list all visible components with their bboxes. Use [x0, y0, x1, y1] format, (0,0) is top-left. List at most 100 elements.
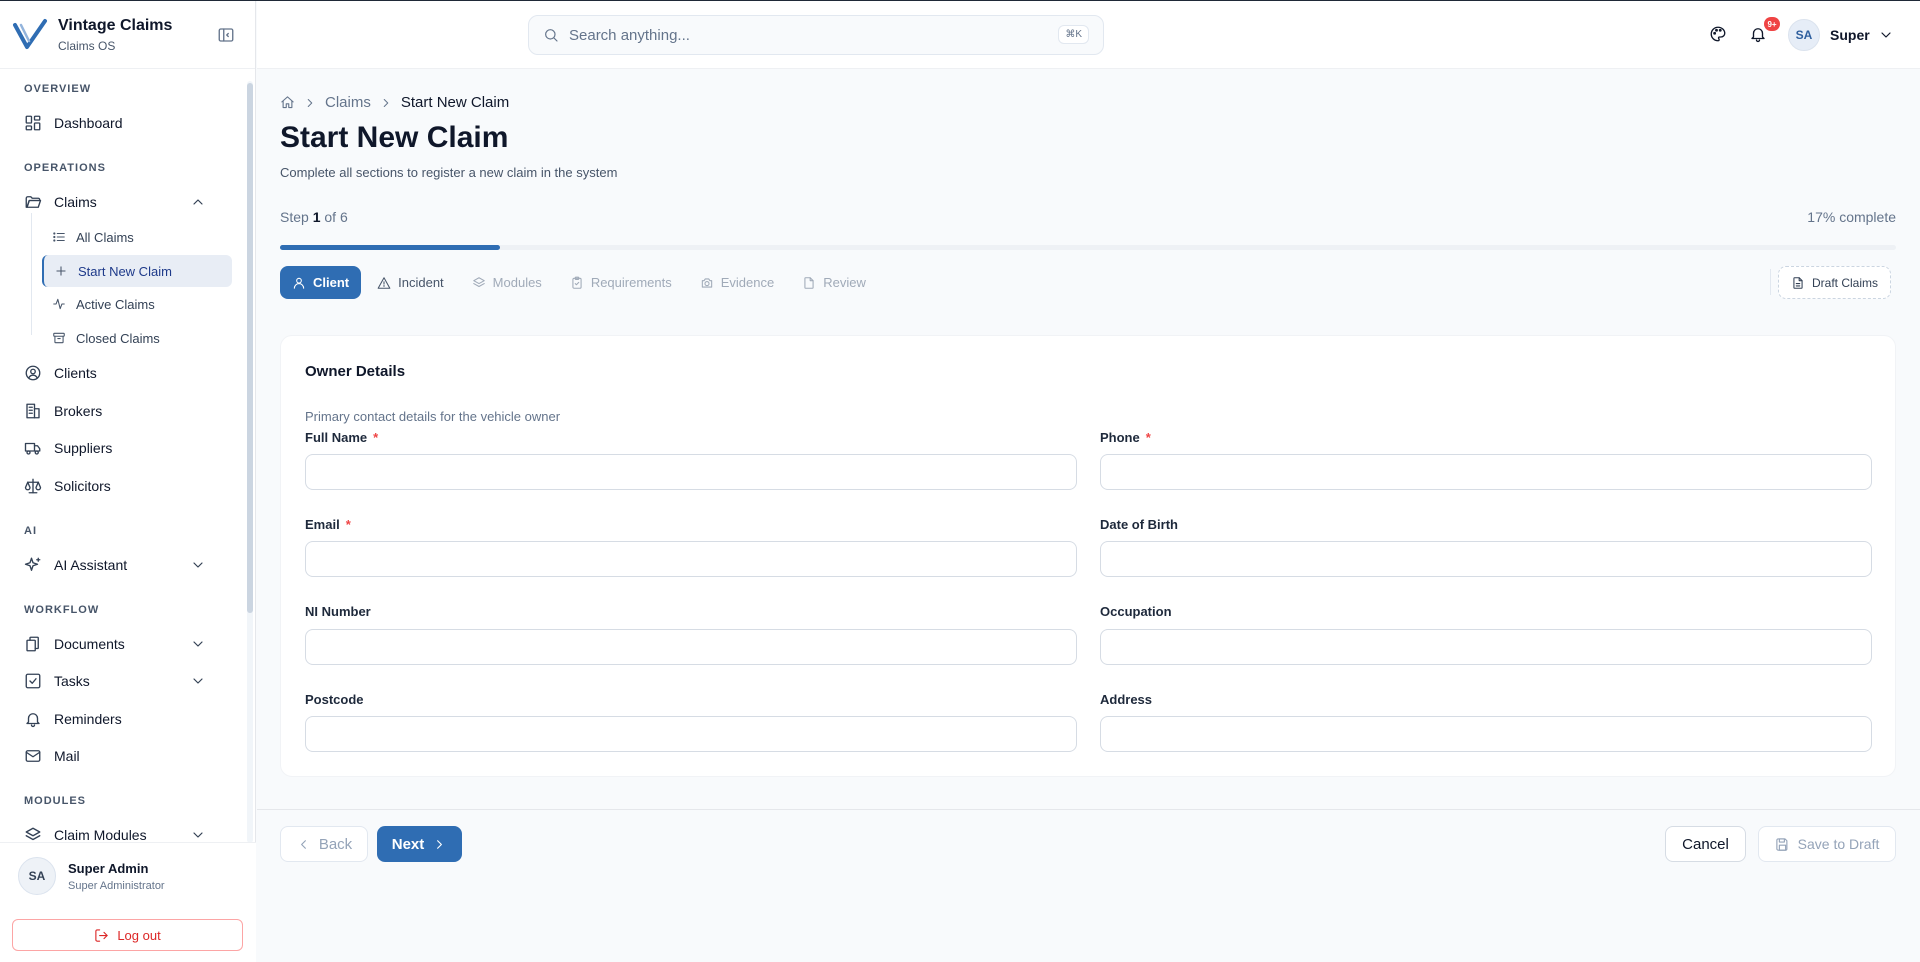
- postcode-input[interactable]: [305, 716, 1077, 752]
- label-text: Occupation: [1100, 604, 1172, 619]
- chevron-left-icon: [296, 837, 311, 852]
- sidebar-item-suppliers[interactable]: Suppliers: [14, 432, 232, 464]
- sidebar-item-claim-modules[interactable]: Claim Modules: [14, 819, 232, 843]
- section-operations: OPERATIONS: [24, 162, 106, 174]
- phone-input[interactable]: [1100, 454, 1872, 490]
- sidebar-item-reminders[interactable]: Reminders: [14, 703, 232, 735]
- alert-triangle-icon: [377, 276, 398, 290]
- archive-icon: [52, 331, 66, 345]
- tabs-divider: [1770, 269, 1771, 295]
- logout-button[interactable]: Log out: [12, 919, 243, 951]
- full-name-input[interactable]: [305, 454, 1077, 490]
- sidebar-item-tasks[interactable]: Tasks: [14, 665, 232, 697]
- sidebar-item-active-claims[interactable]: Active Claims: [42, 288, 232, 320]
- next-label: Next: [391, 835, 425, 853]
- avatar: SA: [18, 857, 56, 895]
- truck-icon: [24, 439, 42, 457]
- tab-requirements[interactable]: Requirements: [558, 266, 684, 299]
- email-input[interactable]: [305, 541, 1077, 577]
- sidebar-item-label: Claim Modules: [54, 827, 147, 843]
- sidebar-item-mail[interactable]: Mail: [14, 740, 232, 772]
- label-text: Email: [305, 517, 340, 532]
- sidebar-collapse-icon[interactable]: [217, 26, 235, 44]
- tab-modules[interactable]: Modules: [460, 266, 554, 299]
- sidebar-item-solicitors[interactable]: Solicitors: [14, 470, 232, 502]
- section-overview: OVERVIEW: [24, 83, 92, 95]
- section-workflow: WORKFLOW: [24, 604, 100, 616]
- list-icon: [52, 230, 66, 244]
- dob-input[interactable]: [1100, 541, 1872, 577]
- save-to-draft-button[interactable]: Save to Draft: [1758, 826, 1896, 862]
- sidebar: Vintage Claims Claims OS OVERVIEW Dashbo…: [0, 1, 256, 962]
- tab-review[interactable]: Review: [790, 266, 878, 299]
- sidebar-item-label: Clients: [54, 365, 97, 381]
- sidebar-item-clients[interactable]: Clients: [14, 357, 232, 389]
- sidebar-item-label: Tasks: [54, 673, 90, 689]
- brand-header: Vintage Claims Claims OS: [0, 1, 255, 69]
- breadcrumb-claims[interactable]: Claims: [325, 94, 371, 111]
- file-text-icon: [1791, 276, 1812, 290]
- sidebar-item-label: Claims: [54, 194, 97, 210]
- chevron-down-icon: [190, 673, 206, 689]
- search-shortcut: ⌘K: [1058, 25, 1089, 44]
- home-icon[interactable]: [280, 95, 295, 110]
- brand-subtitle: Claims OS: [58, 38, 116, 53]
- plus-icon: [54, 264, 68, 278]
- email-label: Email *: [305, 517, 351, 532]
- breadcrumb: Claims Start New Claim: [280, 94, 509, 111]
- chevron-up-icon: [190, 194, 206, 210]
- tab-client[interactable]: Client: [280, 266, 362, 299]
- sidebar-item-start-new-claim[interactable]: Start New Claim: [42, 255, 232, 287]
- back-button[interactable]: Back: [280, 826, 368, 862]
- search-input[interactable]: Search anything...: [569, 27, 690, 44]
- occupation-input[interactable]: [1100, 629, 1872, 665]
- sidebar-item-all-claims[interactable]: All Claims: [42, 221, 232, 253]
- draft-claims-button[interactable]: Draft Claims: [1778, 266, 1892, 299]
- sidebar-item-brokers[interactable]: Brokers: [14, 395, 232, 427]
- sidebar-item-claims[interactable]: Claims: [14, 186, 232, 218]
- draft-claims-label: Draft Claims: [1812, 275, 1879, 290]
- tab-label: Requirements: [590, 275, 672, 290]
- progress-bar: [280, 245, 1896, 250]
- cancel-button[interactable]: Cancel: [1665, 826, 1746, 862]
- tab-evidence[interactable]: Evidence: [688, 266, 786, 299]
- ni-number-input[interactable]: [305, 629, 1077, 665]
- ni-number-label: NI Number: [305, 604, 371, 619]
- dashboard-icon: [24, 114, 42, 132]
- card-title: Owner Details: [305, 363, 406, 380]
- sidebar-scrollbar-thumb[interactable]: [247, 83, 253, 613]
- card-subtitle: Primary contact details for the vehicle …: [305, 409, 561, 424]
- sidebar-item-documents[interactable]: Documents: [14, 628, 232, 660]
- sidebar-item-ai-assistant[interactable]: AI Assistant: [14, 549, 232, 581]
- scale-icon: [24, 477, 42, 495]
- label-text: Date of Birth: [1100, 517, 1178, 532]
- search-box[interactable]: Search anything... ⌘K: [528, 15, 1104, 55]
- chevron-down-icon: [190, 636, 206, 652]
- label-text: Full Name: [305, 430, 368, 445]
- user-role: Super Administrator: [68, 879, 165, 892]
- step-indicator: Step 1 of 6: [280, 209, 348, 225]
- tab-label: Modules: [492, 275, 542, 290]
- tab-incident[interactable]: Incident: [365, 266, 456, 299]
- sidebar-item-label: Solicitors: [54, 478, 111, 494]
- save-to-draft-label: Save to Draft: [1797, 836, 1880, 852]
- palette-icon[interactable]: [1709, 25, 1727, 43]
- page-title: Start New Claim: [280, 121, 509, 154]
- sidebar-item-dashboard[interactable]: Dashboard: [14, 107, 232, 139]
- next-button[interactable]: Next: [377, 826, 462, 862]
- topbar-user-menu[interactable]: SA Super: [1788, 19, 1894, 51]
- chevron-right-icon: [432, 837, 447, 852]
- required-mark: *: [1145, 430, 1151, 445]
- current-user[interactable]: SA Super Admin Super Administrator: [18, 857, 165, 895]
- sidebar-item-label: Active Claims: [76, 296, 155, 312]
- sidebar-item-closed-claims[interactable]: Closed Claims: [42, 322, 232, 354]
- check-square-icon: [24, 672, 42, 690]
- logout-label: Log out: [117, 927, 161, 943]
- step-prefix: Step: [280, 209, 309, 225]
- notification-badge: 9+: [1764, 17, 1780, 31]
- file-icon: [802, 276, 823, 290]
- progress-fill: [280, 245, 500, 250]
- address-input[interactable]: [1100, 716, 1872, 752]
- user-circle-icon: [24, 364, 42, 382]
- postcode-label: Postcode: [305, 692, 364, 707]
